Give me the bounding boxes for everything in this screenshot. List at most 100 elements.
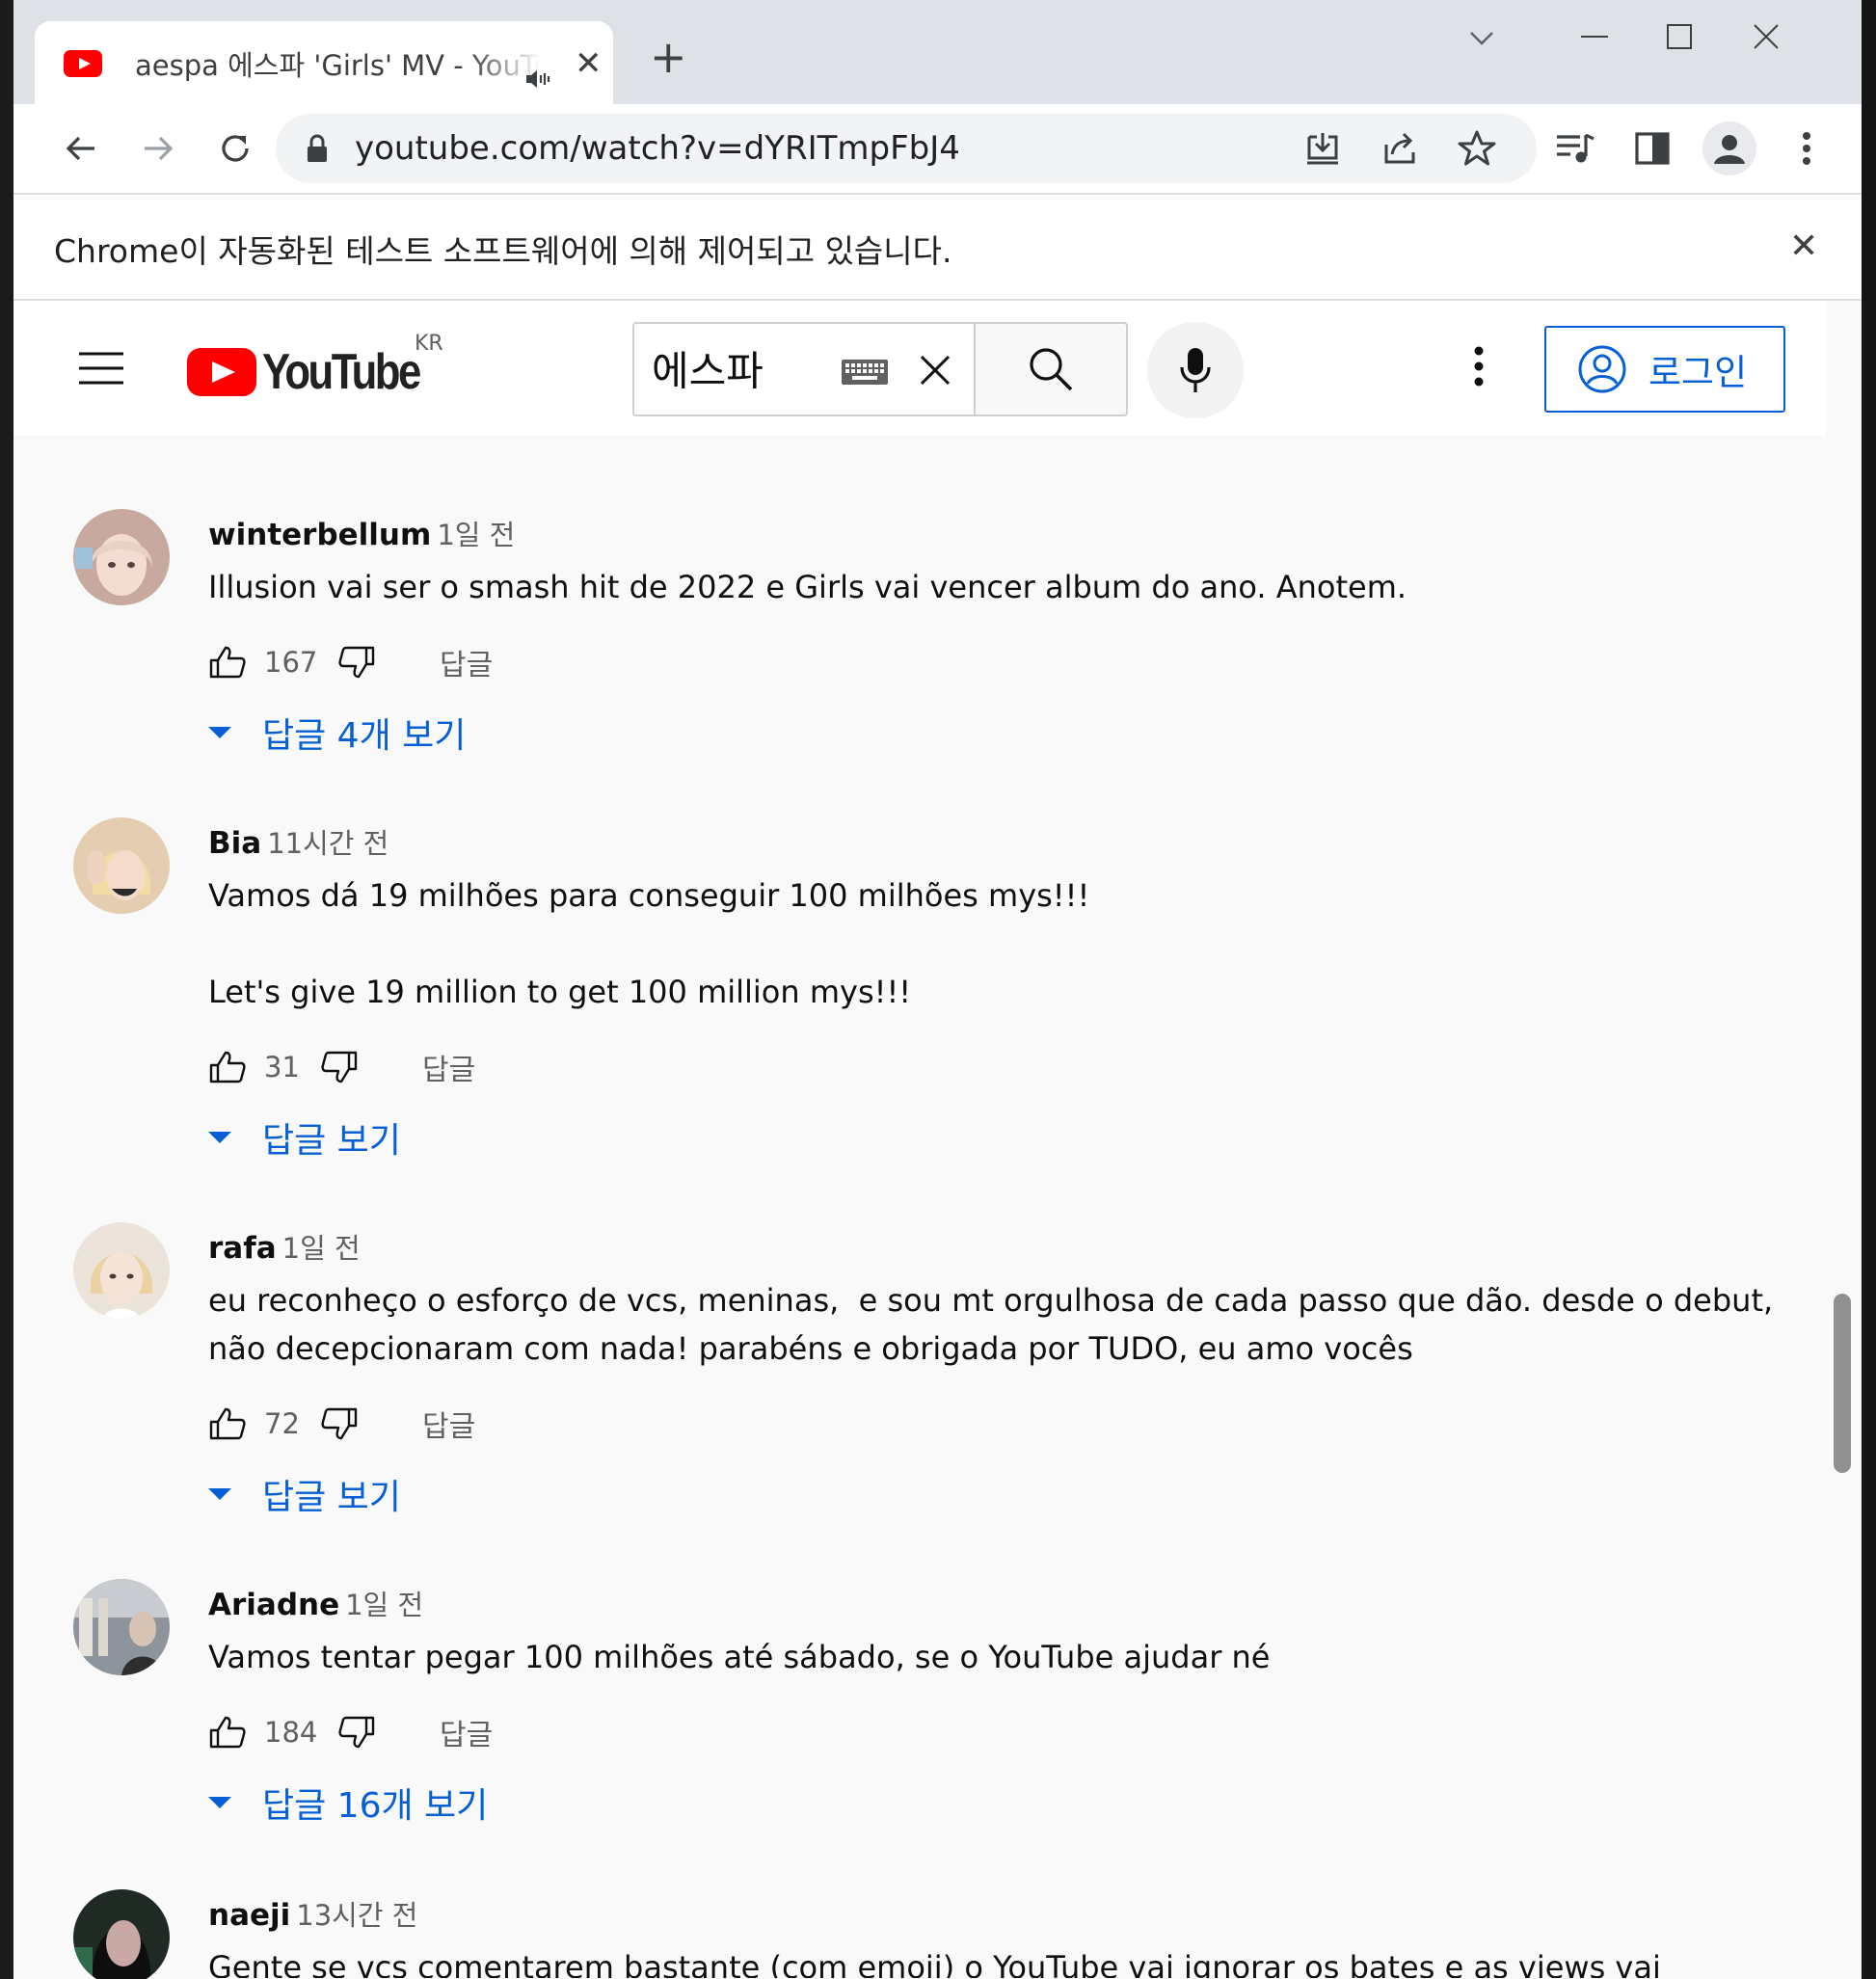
comment-line: Gente se vcs comentarem bastante (com em…	[208, 1949, 1661, 1978]
dislike-icon[interactable]	[320, 1406, 359, 1441]
comment-time[interactable]: 1일 전	[345, 1589, 423, 1621]
side-panel-button[interactable]	[1629, 125, 1675, 172]
playlist-music-icon	[1557, 133, 1595, 163]
sign-in-button[interactable]: 로그인	[1544, 326, 1785, 413]
minimize-icon[interactable]	[1568, 17, 1621, 56]
comment-author[interactable]: Ariadne	[208, 1588, 339, 1622]
page-scrollbar-thumb[interactable]	[1834, 1294, 1851, 1473]
avatar-image	[73, 817, 170, 914]
chrome-menu-button[interactable]	[1783, 125, 1830, 172]
address-bar[interactable]: youtube.com/watch?v=dYRITmpFbJ4	[276, 114, 1537, 183]
search-icon	[1030, 348, 1073, 391]
avatar[interactable]	[73, 1889, 170, 1979]
like-icon[interactable]	[208, 1406, 247, 1441]
comment-time[interactable]: 1일 전	[282, 1232, 361, 1265]
search-button[interactable]	[974, 322, 1128, 416]
comment-line: não decepcionaram com nada! parabéns e o…	[208, 1330, 1413, 1367]
avatar[interactable]	[73, 509, 170, 605]
view-replies-label: 답글 보기	[262, 1478, 401, 1517]
install-app-icon[interactable]	[1303, 129, 1342, 168]
guide-menu-icon[interactable]	[77, 351, 125, 386]
comment-time[interactable]: 13시간 전	[296, 1899, 417, 1932]
like-count: 72	[264, 1407, 300, 1440]
expand-triangle-icon	[208, 727, 231, 738]
keyboard-icon[interactable]	[841, 359, 889, 386]
tab-search-chevron-icon[interactable]	[1467, 23, 1496, 52]
profile-button[interactable]	[1702, 121, 1756, 175]
comment-toolbar: 167 답글	[208, 638, 493, 686]
media-control-button[interactable]	[1552, 125, 1598, 172]
view-replies-label: 답글 보기	[262, 1121, 401, 1161]
close-window-icon[interactable]	[1739, 17, 1793, 56]
youtube-wordmark: YouTube	[262, 344, 421, 400]
comment-header: Bia 11시간 전	[208, 821, 389, 862]
view-replies-button[interactable]: 답글 16개 보기	[208, 1778, 488, 1828]
like-count: 31	[264, 1051, 300, 1083]
infobar-message: Chrome이 자동화된 테스트 소프트웨어에 의해 제어되고 있습니다.	[54, 232, 952, 270]
like-icon[interactable]	[208, 645, 247, 680]
reply-button[interactable]: 답글	[422, 1046, 475, 1088]
new-tab-button[interactable]: +	[650, 35, 687, 79]
microphone-icon	[1180, 348, 1211, 392]
dislike-icon[interactable]	[337, 645, 376, 680]
comment-author[interactable]: naeji	[208, 1898, 290, 1933]
voice-search-button[interactable]	[1147, 322, 1244, 418]
back-arrow-icon	[66, 136, 94, 161]
comment-author[interactable]: Bia	[208, 826, 261, 861]
reload-icon	[222, 135, 249, 162]
view-replies-label: 답글 4개 보기	[262, 716, 467, 756]
audio-playing-icon[interactable]	[524, 67, 551, 91]
comment-line: eu reconheço o esforço de vcs, meninas, …	[208, 1282, 1774, 1319]
search-input[interactable]: 에스파	[632, 322, 976, 416]
profile-avatar-icon	[1714, 135, 1745, 164]
maximize-icon[interactable]	[1652, 17, 1706, 56]
like-icon[interactable]	[208, 1715, 247, 1750]
account-circle-icon	[1578, 345, 1626, 393]
view-replies-button[interactable]: 답글 보기	[208, 1112, 401, 1163]
youtube-logo[interactable]: YouTube	[187, 343, 449, 401]
avatar[interactable]	[73, 817, 170, 914]
reply-button[interactable]: 답글	[440, 1711, 493, 1753]
comment-text: Vamos dá 19 milhões para conseguir 100 m…	[208, 871, 1770, 1016]
youtube-masthead: YouTube KR 에스파 로그인	[13, 301, 1826, 436]
comment-line: Let's give 19 million to get 100 million…	[208, 974, 912, 1010]
view-replies-button[interactable]: 답글 4개 보기	[208, 708, 466, 758]
dislike-icon[interactable]	[337, 1715, 376, 1750]
expand-triangle-icon	[208, 1488, 231, 1500]
lock-icon[interactable]	[305, 133, 330, 164]
comment-time[interactable]: 1일 전	[437, 519, 515, 551]
view-replies-button[interactable]: 답글 보기	[208, 1469, 401, 1519]
avatar[interactable]	[73, 1579, 170, 1675]
expand-triangle-icon	[208, 1797, 231, 1808]
back-button[interactable]	[58, 125, 104, 172]
reload-button[interactable]	[212, 125, 258, 172]
comment-author[interactable]: winterbellum	[208, 518, 431, 552]
reply-button[interactable]: 답글	[422, 1403, 475, 1445]
comment-time[interactable]: 11시간 전	[267, 827, 389, 860]
browser-window: aespa 에스파 'Girls' MV - YouTube ✕ +	[13, 0, 1862, 1979]
avatar-image	[73, 1889, 170, 1979]
share-icon[interactable]	[1380, 129, 1419, 168]
like-icon[interactable]	[208, 1050, 247, 1084]
bookmark-star-icon[interactable]	[1458, 129, 1496, 168]
comment-toolbar: 72 답글	[208, 1400, 475, 1448]
avatar-image	[73, 509, 170, 605]
youtube-favicon-icon	[64, 50, 102, 77]
dislike-icon[interactable]	[320, 1050, 359, 1084]
clear-search-icon[interactable]	[914, 349, 956, 391]
like-count: 167	[264, 646, 318, 679]
browser-toolbar: youtube.com/watch?v=dYRITmpFbJ4	[13, 104, 1862, 193]
comment-author[interactable]: rafa	[208, 1231, 277, 1266]
reply-button[interactable]: 답글	[440, 641, 493, 683]
background-window-edge	[1862, 0, 1876, 1979]
forward-button[interactable]	[135, 125, 181, 172]
browser-tab[interactable]: aespa 에스파 'Girls' MV - YouTube ✕	[35, 21, 613, 104]
url-text: youtube.com/watch?v=dYRITmpFbJ4	[355, 129, 960, 168]
comment-line: Vamos dá 19 milhões para conseguir 100 m…	[208, 877, 1090, 914]
avatar[interactable]	[73, 1222, 170, 1319]
tab-close-icon[interactable]: ✕	[575, 44, 603, 83]
expand-triangle-icon	[208, 1132, 231, 1143]
comment-line: Illusion vai ser o smash hit de 2022 e G…	[208, 569, 1407, 605]
infobar-close-icon[interactable]: ✕	[1789, 229, 1818, 264]
settings-more-icon[interactable]	[1473, 345, 1485, 388]
